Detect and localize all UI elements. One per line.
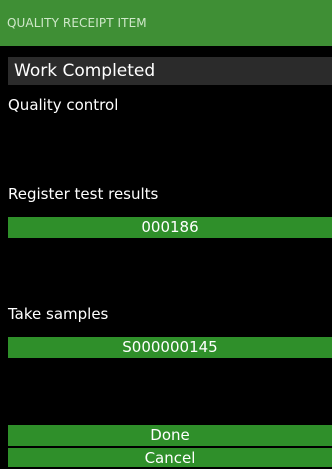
done-button[interactable]: Done bbox=[8, 425, 332, 446]
register-test-results-button[interactable]: 000186 bbox=[8, 217, 332, 238]
status-bar: Work Completed bbox=[8, 57, 332, 85]
quality-control-label: Quality control bbox=[8, 96, 119, 114]
status-text: Work Completed bbox=[14, 61, 156, 81]
register-test-results-label: Register test results bbox=[8, 185, 159, 203]
page-title: QUALITY RECEIPT ITEM bbox=[7, 16, 147, 30]
cancel-button[interactable]: Cancel bbox=[8, 448, 332, 467]
take-samples-button[interactable]: S000000145 bbox=[8, 337, 332, 358]
app-header: QUALITY RECEIPT ITEM bbox=[0, 0, 332, 46]
take-samples-label: Take samples bbox=[8, 305, 109, 323]
